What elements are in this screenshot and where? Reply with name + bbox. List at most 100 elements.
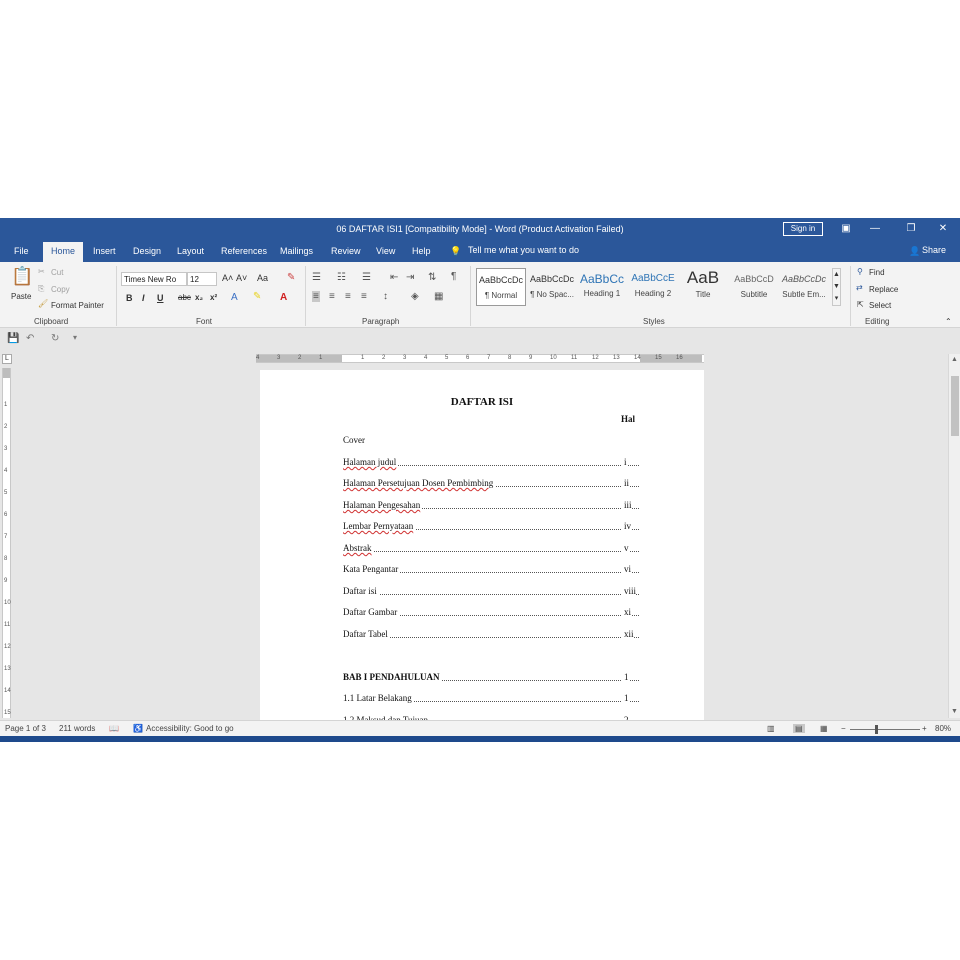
paste-button[interactable]: Paste (11, 292, 31, 301)
sign-in-button[interactable]: Sign in (783, 222, 823, 236)
clipboard-group-label: Clipboard (34, 317, 69, 326)
align-right-icon[interactable]: ≡ (345, 291, 351, 302)
bold-button[interactable]: B (126, 293, 133, 303)
grow-font-icon[interactable]: A˄ (222, 273, 233, 283)
highlight-icon[interactable]: ✎ (253, 291, 261, 302)
style-subtle-emphasis[interactable]: AaBbCcDc Subtle Em... (779, 268, 829, 306)
decrease-indent-icon[interactable]: ⇤ (390, 272, 398, 283)
tab-layout[interactable]: Layout (177, 246, 204, 256)
zoom-slider-thumb[interactable] (875, 725, 878, 734)
style-title[interactable]: AaB Title (678, 268, 728, 306)
word-count[interactable]: 211 words (59, 724, 95, 733)
style-subtitle[interactable]: AaBbCcD Subtitle (729, 268, 779, 306)
find-button[interactable]: Find (869, 268, 885, 277)
ribbon-display-options-icon[interactable]: ▣ (839, 222, 853, 236)
toc-entry: Kata Pengantar vi (343, 564, 639, 576)
save-icon[interactable]: 💾 (7, 333, 19, 344)
justify-icon[interactable]: ≡ (361, 291, 367, 302)
toc-entry: Halaman Persetujuan Dosen Pembimbing ii (343, 478, 639, 490)
show-formatting-marks-icon[interactable]: ¶ (451, 271, 456, 282)
style-normal[interactable]: AaBbCcDc ¶ Normal (476, 268, 526, 306)
restore-icon[interactable]: ❐ (904, 222, 918, 236)
undo-icon[interactable]: ↶ (26, 333, 34, 344)
style-heading-2[interactable]: AaBbCcE Heading 2 (628, 268, 678, 306)
select-icon[interactable]: ⇱ (857, 300, 864, 309)
tab-home[interactable]: Home (43, 242, 84, 262)
cut-button[interactable]: Cut (51, 268, 63, 277)
style-no-spacing[interactable]: AaBbCcDc ¶ No Spac... (527, 268, 577, 306)
clear-formatting-icon[interactable]: ✎ (287, 272, 295, 283)
print-layout-icon[interactable]: ▤ (793, 724, 805, 733)
sort-icon[interactable]: ⇅ (428, 272, 436, 283)
toc-chapter: BAB I PENDAHULUAN 1 (343, 672, 639, 684)
bullets-icon[interactable]: ☰ (312, 272, 321, 283)
find-icon[interactable]: ⚲ (857, 267, 863, 276)
tell-me-search[interactable]: Tell me what you want to do (468, 245, 579, 255)
customize-qat-icon[interactable]: ▾ (73, 333, 77, 342)
ruler-number: 8 (508, 355, 512, 361)
multilevel-list-icon[interactable]: ☰ (362, 272, 371, 283)
cut-icon[interactable]: ✂ (38, 267, 45, 276)
share-button[interactable]: Share (922, 245, 946, 255)
tab-review[interactable]: Review (331, 246, 361, 256)
paste-icon[interactable]: 📋 (11, 266, 33, 287)
tab-design[interactable]: Design (133, 246, 161, 256)
page-count[interactable]: Page 1 of 3 (5, 724, 46, 733)
shading-icon[interactable]: ◈ (411, 291, 419, 302)
minimize-icon[interactable]: — (868, 222, 882, 236)
tab-selector[interactable]: L (2, 354, 12, 364)
align-center-icon[interactable]: ≡ (329, 291, 335, 302)
format-painter-icon[interactable]: 🖌 (38, 299, 48, 308)
underline-button[interactable]: U (157, 293, 164, 303)
tab-insert[interactable]: Insert (93, 246, 116, 256)
italic-button[interactable]: I (142, 293, 145, 303)
zoom-out-icon[interactable]: − (841, 724, 846, 733)
horizontal-ruler[interactable]: 4 3 2 1 1 2 3 4 5 6 7 8 9 10 11 12 13 14 15 16 (256, 354, 704, 363)
proofing-icon[interactable]: 📖 (109, 724, 119, 733)
scroll-down-icon[interactable]: ▼ (951, 708, 958, 715)
font-color-icon[interactable]: A (280, 292, 287, 303)
web-layout-icon[interactable]: ▦ (820, 724, 828, 733)
strikethrough-button[interactable]: abc (178, 293, 191, 302)
align-left-icon[interactable]: ≡ (312, 291, 320, 302)
zoom-slider[interactable] (850, 729, 920, 730)
tab-help[interactable]: Help (412, 246, 431, 256)
tab-references[interactable]: References (221, 246, 267, 256)
toc-entry: 1.1 Latar Belakang 1 (343, 693, 639, 705)
copy-button[interactable]: Copy (51, 285, 70, 294)
font-name-combo[interactable]: Times New Ro (121, 272, 187, 286)
redo-icon[interactable]: ↻ (51, 333, 59, 344)
replace-icon[interactable]: ⇄ (856, 283, 863, 292)
borders-icon[interactable]: ▦ (434, 291, 443, 302)
replace-button[interactable]: Replace (869, 285, 898, 294)
zoom-in-icon[interactable]: + (922, 724, 927, 733)
increase-indent-icon[interactable]: ⇥ (406, 272, 414, 283)
read-mode-icon[interactable]: ▥ (767, 724, 775, 733)
line-spacing-icon[interactable]: ↕ (383, 291, 388, 302)
numbering-icon[interactable]: ☷ (337, 272, 346, 283)
shrink-font-icon[interactable]: A˅ (236, 273, 247, 283)
scroll-thumb[interactable] (951, 376, 959, 436)
tab-view[interactable]: View (376, 246, 395, 256)
style-heading-1[interactable]: AaBbCc Heading 1 (577, 268, 627, 306)
superscript-button[interactable]: x² (210, 293, 217, 302)
tab-mailings[interactable]: Mailings (280, 246, 313, 256)
tab-file[interactable]: File (14, 246, 29, 256)
font-size-combo[interactable]: 12 (187, 272, 217, 286)
copy-icon[interactable]: ⎘ (38, 284, 44, 294)
subscript-button[interactable]: x₂ (195, 293, 203, 302)
text-effects-icon[interactable]: A (231, 292, 238, 303)
style-name: Heading 2 (634, 289, 672, 298)
accessibility-status[interactable]: Accessibility: Good to go (146, 724, 234, 733)
format-painter-button[interactable]: Format Painter (51, 301, 104, 310)
close-icon[interactable]: ✕ (936, 222, 950, 236)
select-button[interactable]: Select (869, 301, 891, 310)
styles-gallery-scroll[interactable]: ▲ ▼ ▾ (832, 268, 841, 306)
change-case-button[interactable]: Aa (257, 273, 268, 283)
vertical-ruler[interactable]: 1 2 3 4 5 6 7 8 9 10 11 12 13 14 15 (2, 368, 11, 718)
zoom-level[interactable]: 80% (935, 724, 951, 733)
vertical-scrollbar[interactable]: ▲ ▼ (948, 354, 960, 718)
scroll-up-icon[interactable]: ▲ (951, 356, 958, 363)
collapse-ribbon-icon[interactable]: ⌃ (945, 317, 952, 326)
document-page[interactable]: DAFTAR ISI Hal Cover Halaman judul i Hala… (260, 370, 704, 742)
